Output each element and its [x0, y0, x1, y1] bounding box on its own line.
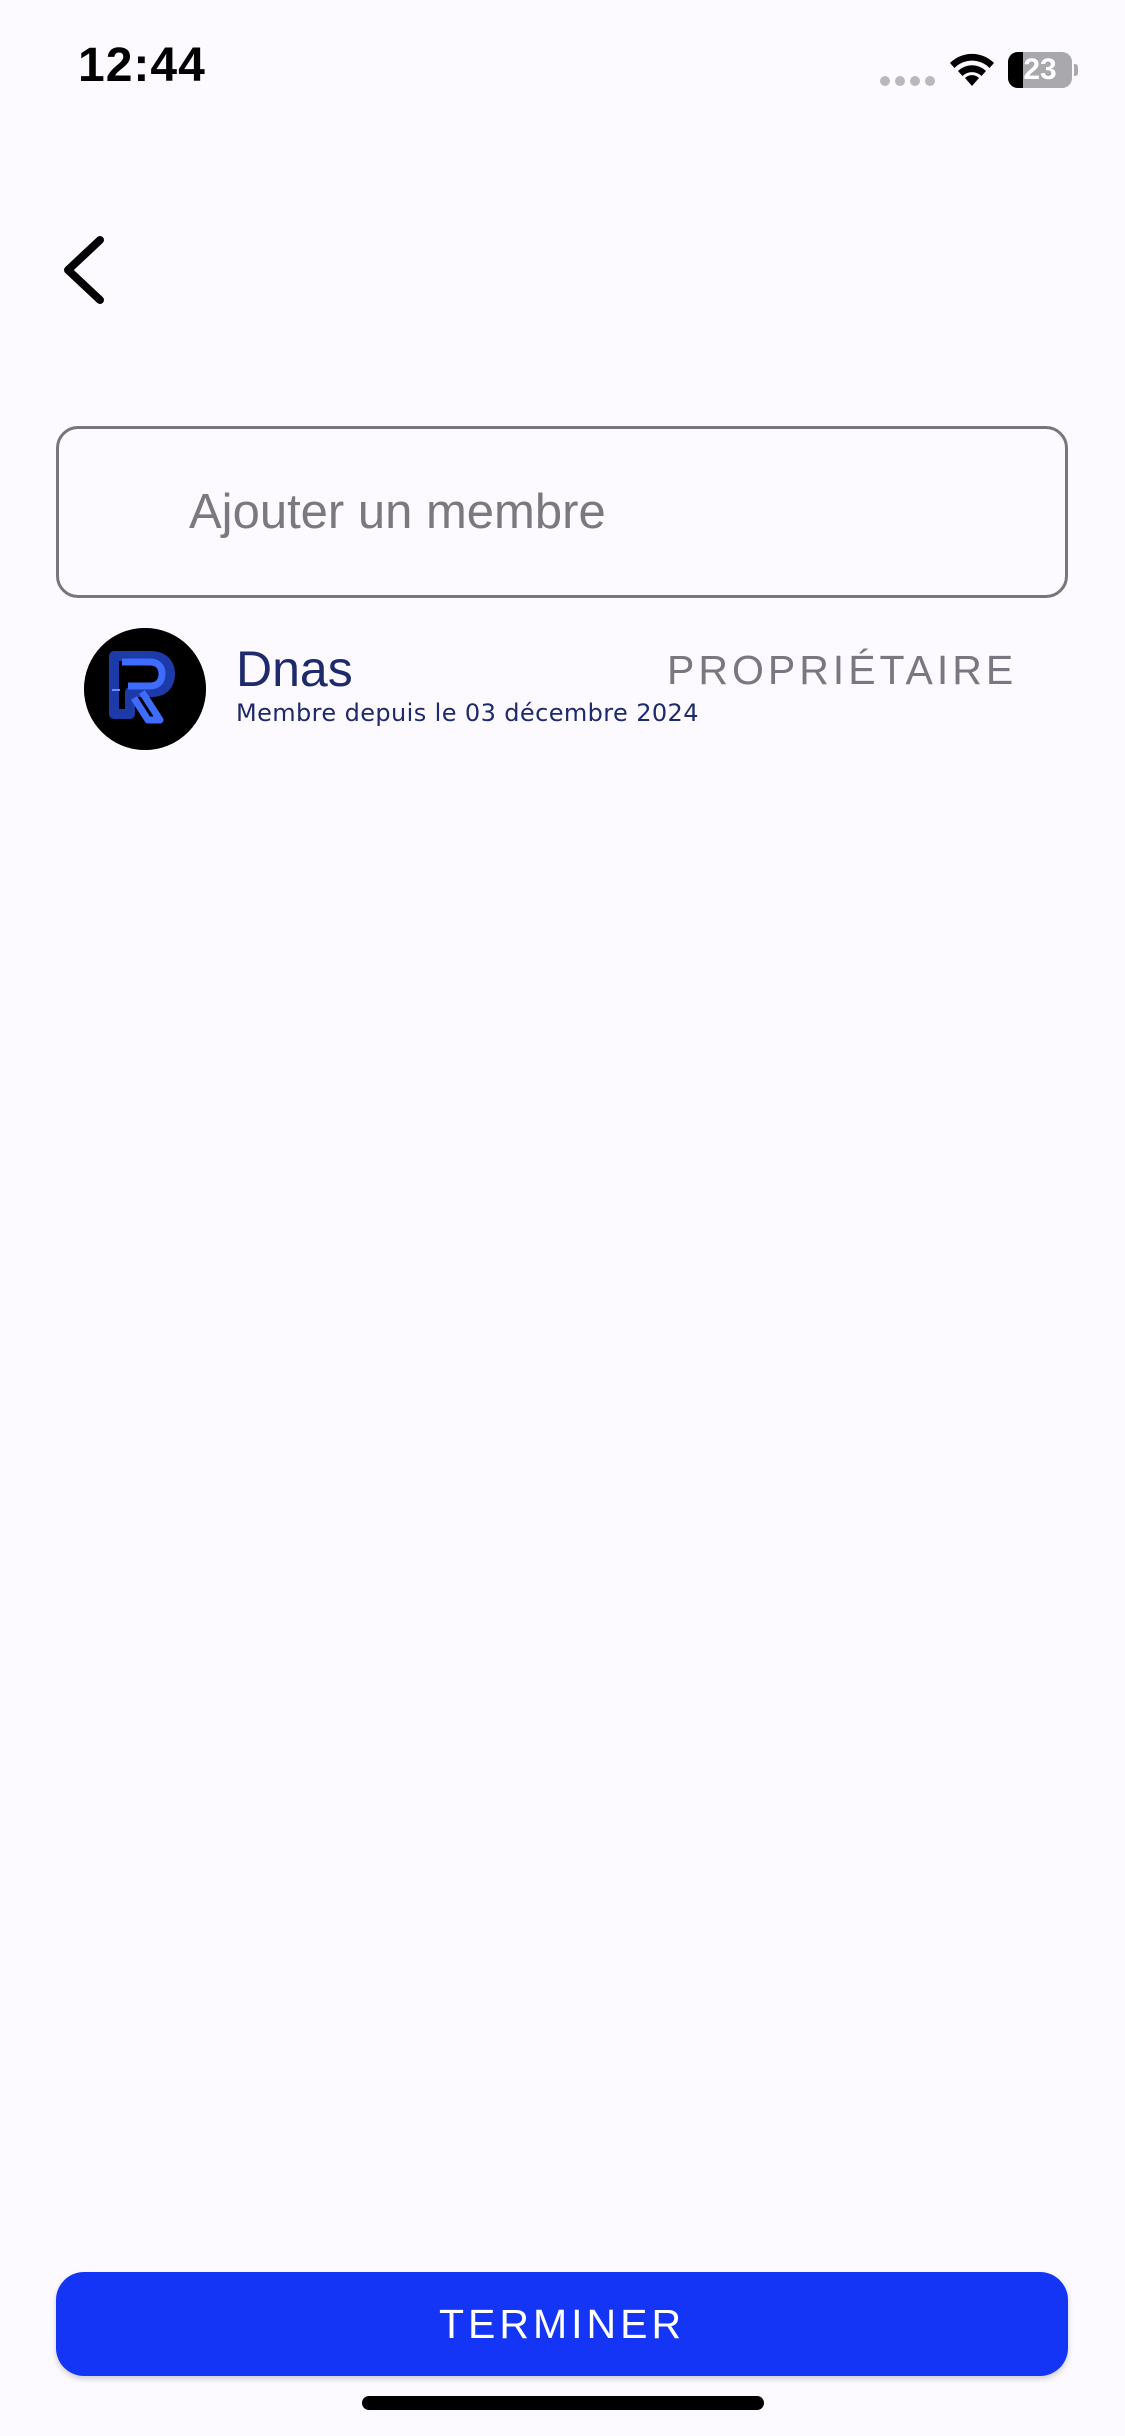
member-since: Membre depuis le 03 décembre 2024	[236, 699, 699, 727]
add-member-input[interactable]	[189, 429, 1029, 595]
finish-button[interactable]: TERMINER	[56, 2272, 1068, 2376]
back-button[interactable]	[48, 220, 128, 320]
status-bar: 12:44 23	[0, 0, 1125, 140]
avatar	[84, 628, 206, 750]
member-name: Dnas	[236, 641, 353, 697]
add-member-field[interactable]	[56, 426, 1068, 598]
avatar-logo	[84, 628, 206, 750]
battery-icon: 23	[1008, 52, 1078, 88]
status-time: 12:44	[78, 39, 206, 92]
wifi-icon	[950, 53, 994, 86]
member-list-item[interactable]: Dnas Membre depuis le 03 décembre 2024 P…	[84, 628, 1044, 758]
battery-percent: 23	[1023, 53, 1057, 86]
home-indicator	[362, 2396, 764, 2410]
cellular-signal-icon	[880, 76, 936, 86]
member-role-badge: PROPRIÉTAIRE	[667, 647, 1018, 693]
chevron-left-icon	[64, 236, 104, 304]
